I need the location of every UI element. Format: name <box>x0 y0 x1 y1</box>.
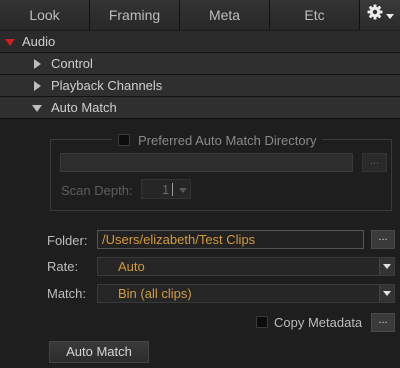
section-audio[interactable]: Audio <box>0 31 400 53</box>
preferred-directory-checkbox[interactable] <box>118 134 130 146</box>
collapsed-triangle-icon <box>34 81 41 91</box>
auto-match-panel: Preferred Auto Match Directory ... Scan … <box>0 119 400 368</box>
match-dropdown-button[interactable] <box>379 285 394 302</box>
preferred-directory-group <box>50 139 392 211</box>
copy-metadata-checkbox[interactable] <box>256 316 268 328</box>
section-playback-channels[interactable]: Playback Channels <box>0 75 400 97</box>
tab-meta[interactable]: Meta <box>180 0 270 30</box>
collapsed-triangle-icon <box>34 59 41 69</box>
rate-select-value: Auto <box>118 259 145 274</box>
section-auto-match[interactable]: Auto Match <box>0 97 400 119</box>
scan-depth-label: Scan Depth: <box>61 183 133 198</box>
chevron-down-icon[interactable] <box>179 188 187 193</box>
tab-framing[interactable]: Framing <box>90 0 180 30</box>
section-playback-label: Playback Channels <box>51 78 163 93</box>
caret-down-icon <box>385 0 394 30</box>
preferred-directory-legend: Preferred Auto Match Directory <box>112 132 323 148</box>
preferred-directory-browse-button[interactable]: ... <box>362 153 387 172</box>
section-control-label: Control <box>51 56 93 71</box>
section-audio-label: Audio <box>22 34 56 49</box>
tab-look[interactable]: Look <box>0 0 90 30</box>
expanded-triangle-icon <box>32 105 42 112</box>
rate-select[interactable]: Auto <box>97 257 395 276</box>
folder-browse-button[interactable]: ... <box>371 230 395 249</box>
expanded-triangle-icon <box>5 39 15 46</box>
auto-match-button[interactable]: Auto Match <box>49 341 149 363</box>
preferred-directory-label: Preferred Auto Match Directory <box>138 132 317 148</box>
chevron-down-icon <box>383 291 391 296</box>
folder-label: Folder: <box>47 233 88 248</box>
copy-metadata-options-button[interactable]: ... <box>371 313 395 332</box>
rate-label: Rate: <box>47 259 79 274</box>
preferred-directory-field[interactable] <box>60 153 353 172</box>
copy-metadata-label: Copy Metadata <box>274 315 363 330</box>
section-auto-match-label: Auto Match <box>51 100 117 115</box>
tab-bar: Look Framing Meta Etc <box>0 0 400 30</box>
scan-depth-stepper[interactable]: 1 <box>141 179 191 199</box>
tab-etc[interactable]: Etc <box>270 0 360 30</box>
text-cursor <box>172 183 173 196</box>
folder-field[interactable]: /Users/elizabeth/Test Clips <box>97 230 364 249</box>
rate-dropdown-button[interactable] <box>379 258 394 275</box>
chevron-down-icon <box>383 264 391 269</box>
section-control[interactable]: Control <box>0 53 400 75</box>
settings-menu-button[interactable] <box>360 0 400 30</box>
match-select-value: Bin (all clips) <box>118 286 192 301</box>
match-select[interactable]: Bin (all clips) <box>97 284 395 303</box>
match-label: Match: <box>47 286 87 301</box>
gear-icon <box>367 0 383 30</box>
scan-depth-value: 1 <box>162 182 170 197</box>
